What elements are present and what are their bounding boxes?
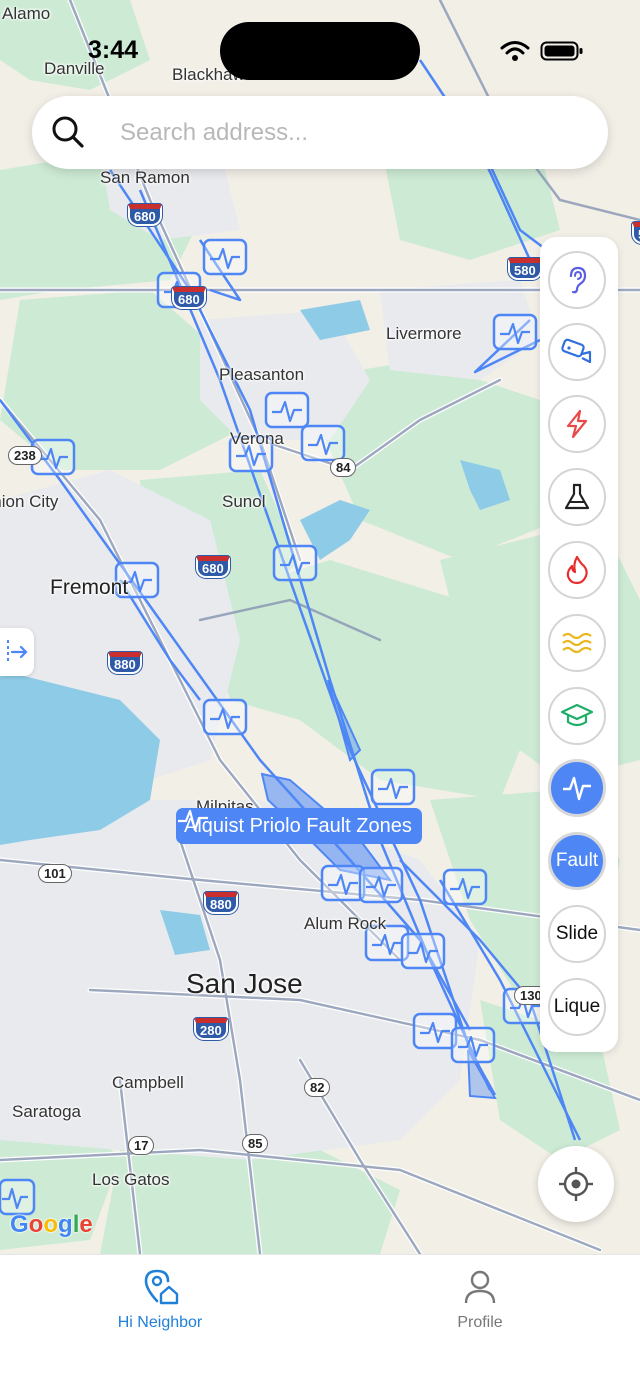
person-icon: [464, 1270, 496, 1304]
layer-power-button[interactable]: [548, 395, 606, 453]
tab-profile[interactable]: Profile: [390, 1267, 570, 1332]
highway-shield: 880: [108, 652, 142, 674]
place-label: San Jose: [186, 968, 303, 999]
layer-camera-button[interactable]: [548, 323, 606, 381]
place-label: Pleasanton: [219, 365, 305, 384]
place-label: Verona: [230, 429, 284, 448]
highway-shield: 680: [172, 287, 206, 309]
place-label: San Ramon: [100, 168, 190, 187]
liquefaction-toggle-button[interactable]: Lique: [548, 978, 606, 1036]
layer-panel: Fault Slide Lique: [540, 237, 618, 1052]
tab-hi-neighbor-label: Hi Neighbor: [117, 1314, 203, 1331]
tab-hi-neighbor[interactable]: Hi Neighbor: [70, 1267, 250, 1332]
status-bar: 3:44: [0, 0, 640, 90]
neighbor-location-icon: [144, 1269, 179, 1305]
status-time: 3:44: [88, 36, 139, 64]
highway-shield: 238: [8, 446, 42, 465]
place-label: Los Gatos: [92, 1170, 170, 1189]
highway-shield: 101: [38, 864, 72, 883]
water-waves-icon: [562, 632, 592, 654]
tab-profile-label: Profile: [457, 1314, 503, 1331]
layer-chemical-button[interactable]: [548, 468, 606, 526]
highway-shield: 84: [330, 458, 357, 477]
bottom-tab-bar: Hi Neighbor Profile: [0, 1254, 640, 1386]
fault-toggle-button[interactable]: Fault: [548, 832, 606, 890]
camera-icon: [561, 338, 592, 364]
layer-noise-button[interactable]: [548, 251, 606, 309]
layer-flood-button[interactable]: [548, 614, 606, 672]
seismic-wave-icon: [178, 809, 208, 832]
slide-toggle-button[interactable]: Slide: [548, 905, 606, 963]
layer-fire-button[interactable]: [548, 541, 606, 599]
crosshair-icon: [559, 1167, 593, 1201]
google-logo: Google: [10, 1211, 93, 1238]
battery-icon: [540, 41, 583, 61]
layer-fault-button[interactable]: [548, 759, 606, 817]
place-label: Union City: [0, 492, 59, 511]
place-label: Alum Rock: [304, 914, 387, 933]
drag-handle-icon: [7, 640, 28, 664]
search-input[interactable]: [118, 114, 582, 152]
search-icon: [52, 116, 84, 148]
place-label: Saratoga: [12, 1102, 81, 1121]
place-label: Sunol: [222, 492, 266, 511]
highway-shield: 280: [194, 1018, 228, 1040]
place-label: Fremont: [50, 576, 129, 599]
place-label: Livermore: [386, 324, 462, 343]
fault-zone-label[interactable]: Alquist Priolo Fault Zones: [176, 808, 422, 844]
highway-shield: 680: [196, 556, 230, 578]
wifi-icon: [500, 41, 530, 61]
flask-icon: [564, 483, 590, 510]
highway-shield: 680: [128, 204, 162, 226]
search-bar[interactable]: [32, 96, 608, 169]
dynamic-island: [220, 22, 420, 80]
highway-shield: 85: [242, 1134, 269, 1153]
seismic-wave-icon: [563, 776, 591, 801]
ear-icon: [569, 266, 587, 294]
fault-zone-label-text: Alquist Priolo Fault Zones: [184, 814, 412, 837]
highway-shield: 17: [128, 1136, 155, 1155]
place-label: Campbell: [112, 1073, 184, 1092]
fire-icon: [566, 555, 588, 585]
locate-me-button[interactable]: [538, 1146, 614, 1222]
highway-shield: 82: [304, 1078, 331, 1097]
highway-shield: 580: [508, 258, 542, 280]
highway-shield: 880: [204, 892, 238, 914]
graduation-cap-icon: [560, 703, 594, 727]
lightning-icon: [566, 409, 588, 439]
layer-school-button[interactable]: [548, 687, 606, 745]
side-panel-handle[interactable]: [0, 628, 34, 676]
